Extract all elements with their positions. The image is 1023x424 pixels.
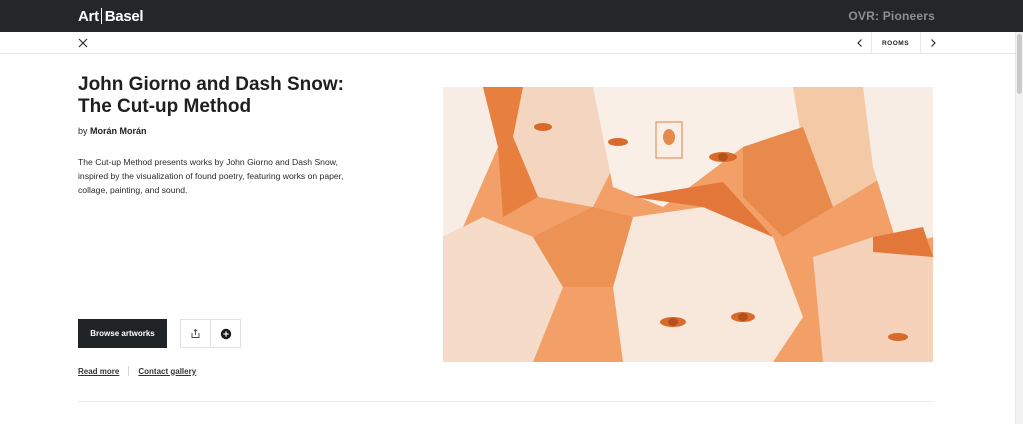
collage-artwork: [443, 87, 933, 362]
logo-art: Art: [78, 7, 99, 25]
room-title: John Giorno and Dash Snow: The Cut-up Me…: [78, 74, 358, 118]
read-more-link[interactable]: Read more: [78, 367, 119, 376]
scrollbar-thumb[interactable]: [1017, 34, 1022, 94]
top-bar: Art Basel OVR: Pioneers: [0, 0, 1023, 32]
gallery-name[interactable]: Morán Morán: [90, 126, 147, 136]
section-divider: [78, 401, 933, 402]
room-links: Read more Contact gallery: [78, 366, 196, 376]
room-nav-bar: ROOMS: [0, 32, 1015, 54]
logo-basel: Basel: [104, 7, 144, 25]
chevron-left-icon: [856, 39, 862, 47]
rooms-button[interactable]: ROOMS: [872, 32, 919, 54]
room-title-line-1: John Giorno and Dash Snow:: [78, 74, 344, 95]
next-room-button[interactable]: [920, 32, 944, 54]
room-hero-image[interactable]: [443, 87, 933, 362]
add-to-collection-button[interactable]: [210, 320, 240, 347]
show-title: OVR: Pioneers: [848, 9, 935, 23]
page-scrollbar[interactable]: [1015, 32, 1023, 424]
close-button[interactable]: [76, 36, 90, 50]
plus-circle-icon: [220, 328, 231, 339]
room-byline: by Morán Morán: [78, 126, 147, 136]
links-divider: [128, 366, 130, 376]
room-action-icons: [180, 319, 241, 348]
room-description: The Cut-up Method presents works by John…: [78, 157, 344, 195]
room-title-line-2: The Cut-up Method: [78, 96, 252, 117]
close-icon: [78, 38, 88, 48]
byline-prefix: by: [78, 126, 88, 136]
logo-separator: [100, 8, 102, 24]
art-basel-logo[interactable]: Art Basel: [78, 6, 144, 26]
share-icon: [191, 328, 200, 338]
browse-artworks-button[interactable]: Browse artworks: [78, 319, 167, 348]
chevron-right-icon: [930, 39, 936, 47]
share-button[interactable]: [181, 320, 210, 347]
previous-room-button[interactable]: [848, 32, 872, 54]
contact-gallery-link[interactable]: Contact gallery: [138, 367, 196, 376]
